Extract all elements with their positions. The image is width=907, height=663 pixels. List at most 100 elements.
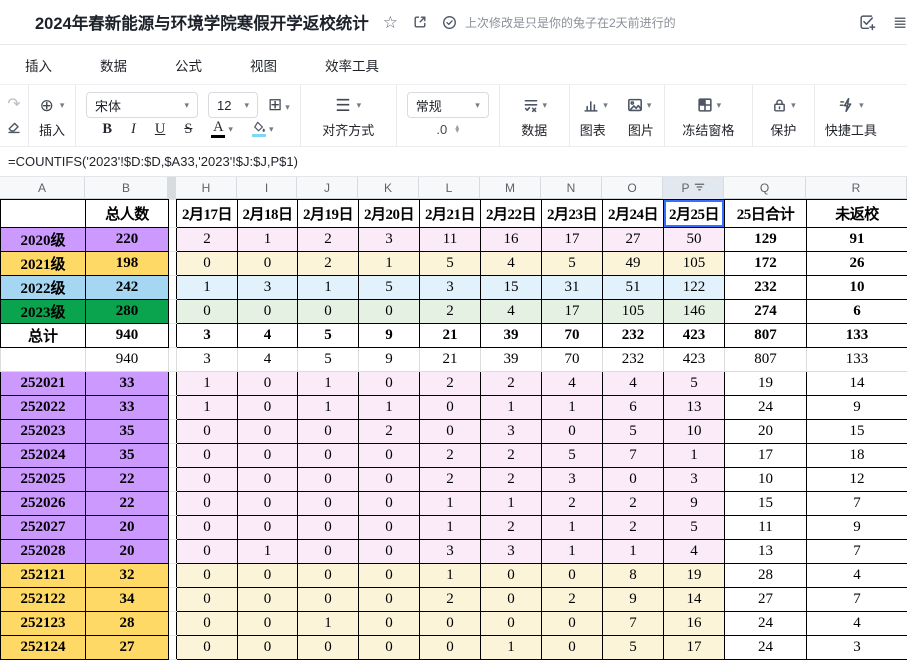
underline-button[interactable]: U [155, 121, 165, 138]
cell[interactable]: 26 [807, 252, 907, 276]
cell[interactable]: 0 [177, 588, 238, 612]
cell[interactable]: 2 [481, 516, 542, 540]
cell[interactable]: 1 [298, 276, 359, 300]
cell[interactable]: 9 [359, 324, 420, 348]
cell[interactable]: 0 [359, 516, 420, 540]
cell[interactable]: 2 [603, 492, 664, 516]
cell[interactable]: 24 [725, 612, 807, 636]
spin-down-icon[interactable]: ▾ [455, 129, 459, 133]
cell[interactable]: 3 [177, 348, 238, 372]
cell[interactable]: 5 [664, 372, 725, 396]
cell[interactable]: 172 [725, 252, 807, 276]
cell[interactable]: 0 [359, 492, 420, 516]
column-header-A[interactable]: A [0, 177, 85, 199]
cell[interactable]: 1 [420, 492, 481, 516]
cell[interactable]: 28 [725, 564, 807, 588]
plus-circle-icon[interactable]: ⊕ [40, 97, 54, 114]
cell[interactable]: 51 [603, 276, 664, 300]
picture-button[interactable]: ▾ [626, 96, 652, 114]
cell[interactable]: 133 [807, 348, 907, 372]
cell[interactable]: 22 [86, 492, 169, 516]
cell[interactable]: 0 [420, 636, 481, 660]
cell[interactable]: 15 [725, 492, 807, 516]
column-header-R[interactable]: R [806, 177, 907, 199]
cell[interactable]: 220 [86, 228, 169, 252]
quick-tools-button[interactable]: ▾ [838, 96, 864, 114]
cell[interactable]: 20 [86, 516, 169, 540]
cell[interactable]: 32 [86, 564, 169, 588]
cell[interactable]: 10 [807, 276, 907, 300]
cell[interactable]: 0 [177, 444, 238, 468]
cell[interactable]: 0 [238, 468, 298, 492]
menu-view[interactable]: 视图 [250, 55, 277, 75]
cell[interactable]: 6 [807, 300, 907, 324]
cell[interactable]: 1 [238, 228, 298, 252]
cell[interactable]: 232 [603, 348, 664, 372]
borders-button[interactable]: ⊞▾ [268, 96, 290, 115]
cell[interactable]: 4 [481, 252, 542, 276]
cell[interactable]: 0 [238, 492, 298, 516]
protect-label[interactable]: 保护 [770, 120, 796, 139]
cell[interactable]: 50 [664, 228, 725, 252]
star-icon[interactable]: ☆ [383, 14, 398, 31]
cell[interactable]: 27 [86, 636, 169, 660]
cell[interactable]: 940 [86, 348, 169, 372]
cell[interactable]: 5 [298, 324, 359, 348]
cell[interactable]: 0 [420, 612, 481, 636]
cell[interactable]: 4 [603, 372, 664, 396]
cell[interactable]: 252025 [1, 468, 86, 492]
cell[interactable]: 252027 [1, 516, 86, 540]
cell[interactable]: 0 [481, 564, 542, 588]
cell[interactable]: 0 [238, 588, 298, 612]
redo-icon[interactable]: ↷ [7, 97, 20, 113]
approval-add-icon[interactable] [858, 13, 877, 32]
data-validation-button[interactable]: ▾ [522, 96, 548, 114]
cell[interactable]: 39 [481, 324, 542, 348]
cell[interactable]: 35 [86, 444, 169, 468]
cell[interactable]: 4 [807, 564, 907, 588]
cell[interactable]: 5 [298, 348, 359, 372]
cell[interactable]: 807 [725, 348, 807, 372]
cell[interactable]: 2月24日 [603, 200, 664, 228]
cell[interactable]: 0 [359, 300, 420, 324]
cell[interactable]: 1 [542, 516, 603, 540]
freeze-label[interactable]: 冻结窗格 [682, 120, 734, 139]
cell[interactable]: 4 [542, 372, 603, 396]
cell[interactable]: 0 [298, 516, 359, 540]
cell[interactable]: 2022级 [1, 276, 86, 300]
cell[interactable]: 35 [86, 420, 169, 444]
more-list-icon[interactable]: ≣ [893, 13, 907, 33]
cell[interactable]: 0 [542, 564, 603, 588]
cell[interactable]: 1 [542, 540, 603, 564]
cell[interactable]: 0 [298, 492, 359, 516]
cell[interactable]: 11 [420, 228, 481, 252]
column-header-K[interactable]: K [358, 177, 419, 199]
cell[interactable]: 2月18日 [238, 200, 298, 228]
cell[interactable]: 7 [807, 588, 907, 612]
cell[interactable]: 49 [603, 252, 664, 276]
cell[interactable]: 3 [420, 540, 481, 564]
column-header-O[interactable]: O [602, 177, 663, 199]
cell[interactable]: 252121 [1, 564, 86, 588]
cell[interactable]: 1 [298, 612, 359, 636]
cell[interactable]: 9 [807, 396, 907, 420]
cell[interactable]: 1 [481, 492, 542, 516]
cell[interactable]: 33 [86, 372, 169, 396]
cell[interactable]: 18 [807, 444, 907, 468]
chevron-down-icon[interactable]: ▾ [357, 100, 362, 111]
data-label[interactable]: 数据 [521, 120, 547, 139]
cell[interactable]: 423 [664, 348, 725, 372]
cell[interactable]: 0 [542, 612, 603, 636]
italic-button[interactable]: I [131, 121, 136, 138]
cell[interactable]: 24 [725, 396, 807, 420]
menu-efficiency-tools[interactable]: 效率工具 [325, 55, 379, 75]
cell[interactable]: 1 [664, 444, 725, 468]
cell[interactable]: 252021 [1, 372, 86, 396]
cell[interactable]: 252123 [1, 612, 86, 636]
cell[interactable]: 1 [177, 372, 238, 396]
cell[interactable]: 2 [420, 444, 481, 468]
cell[interactable]: 17 [725, 444, 807, 468]
cell[interactable]: 0 [542, 636, 603, 660]
cell[interactable]: 0 [359, 612, 420, 636]
cell[interactable]: 20 [86, 540, 169, 564]
